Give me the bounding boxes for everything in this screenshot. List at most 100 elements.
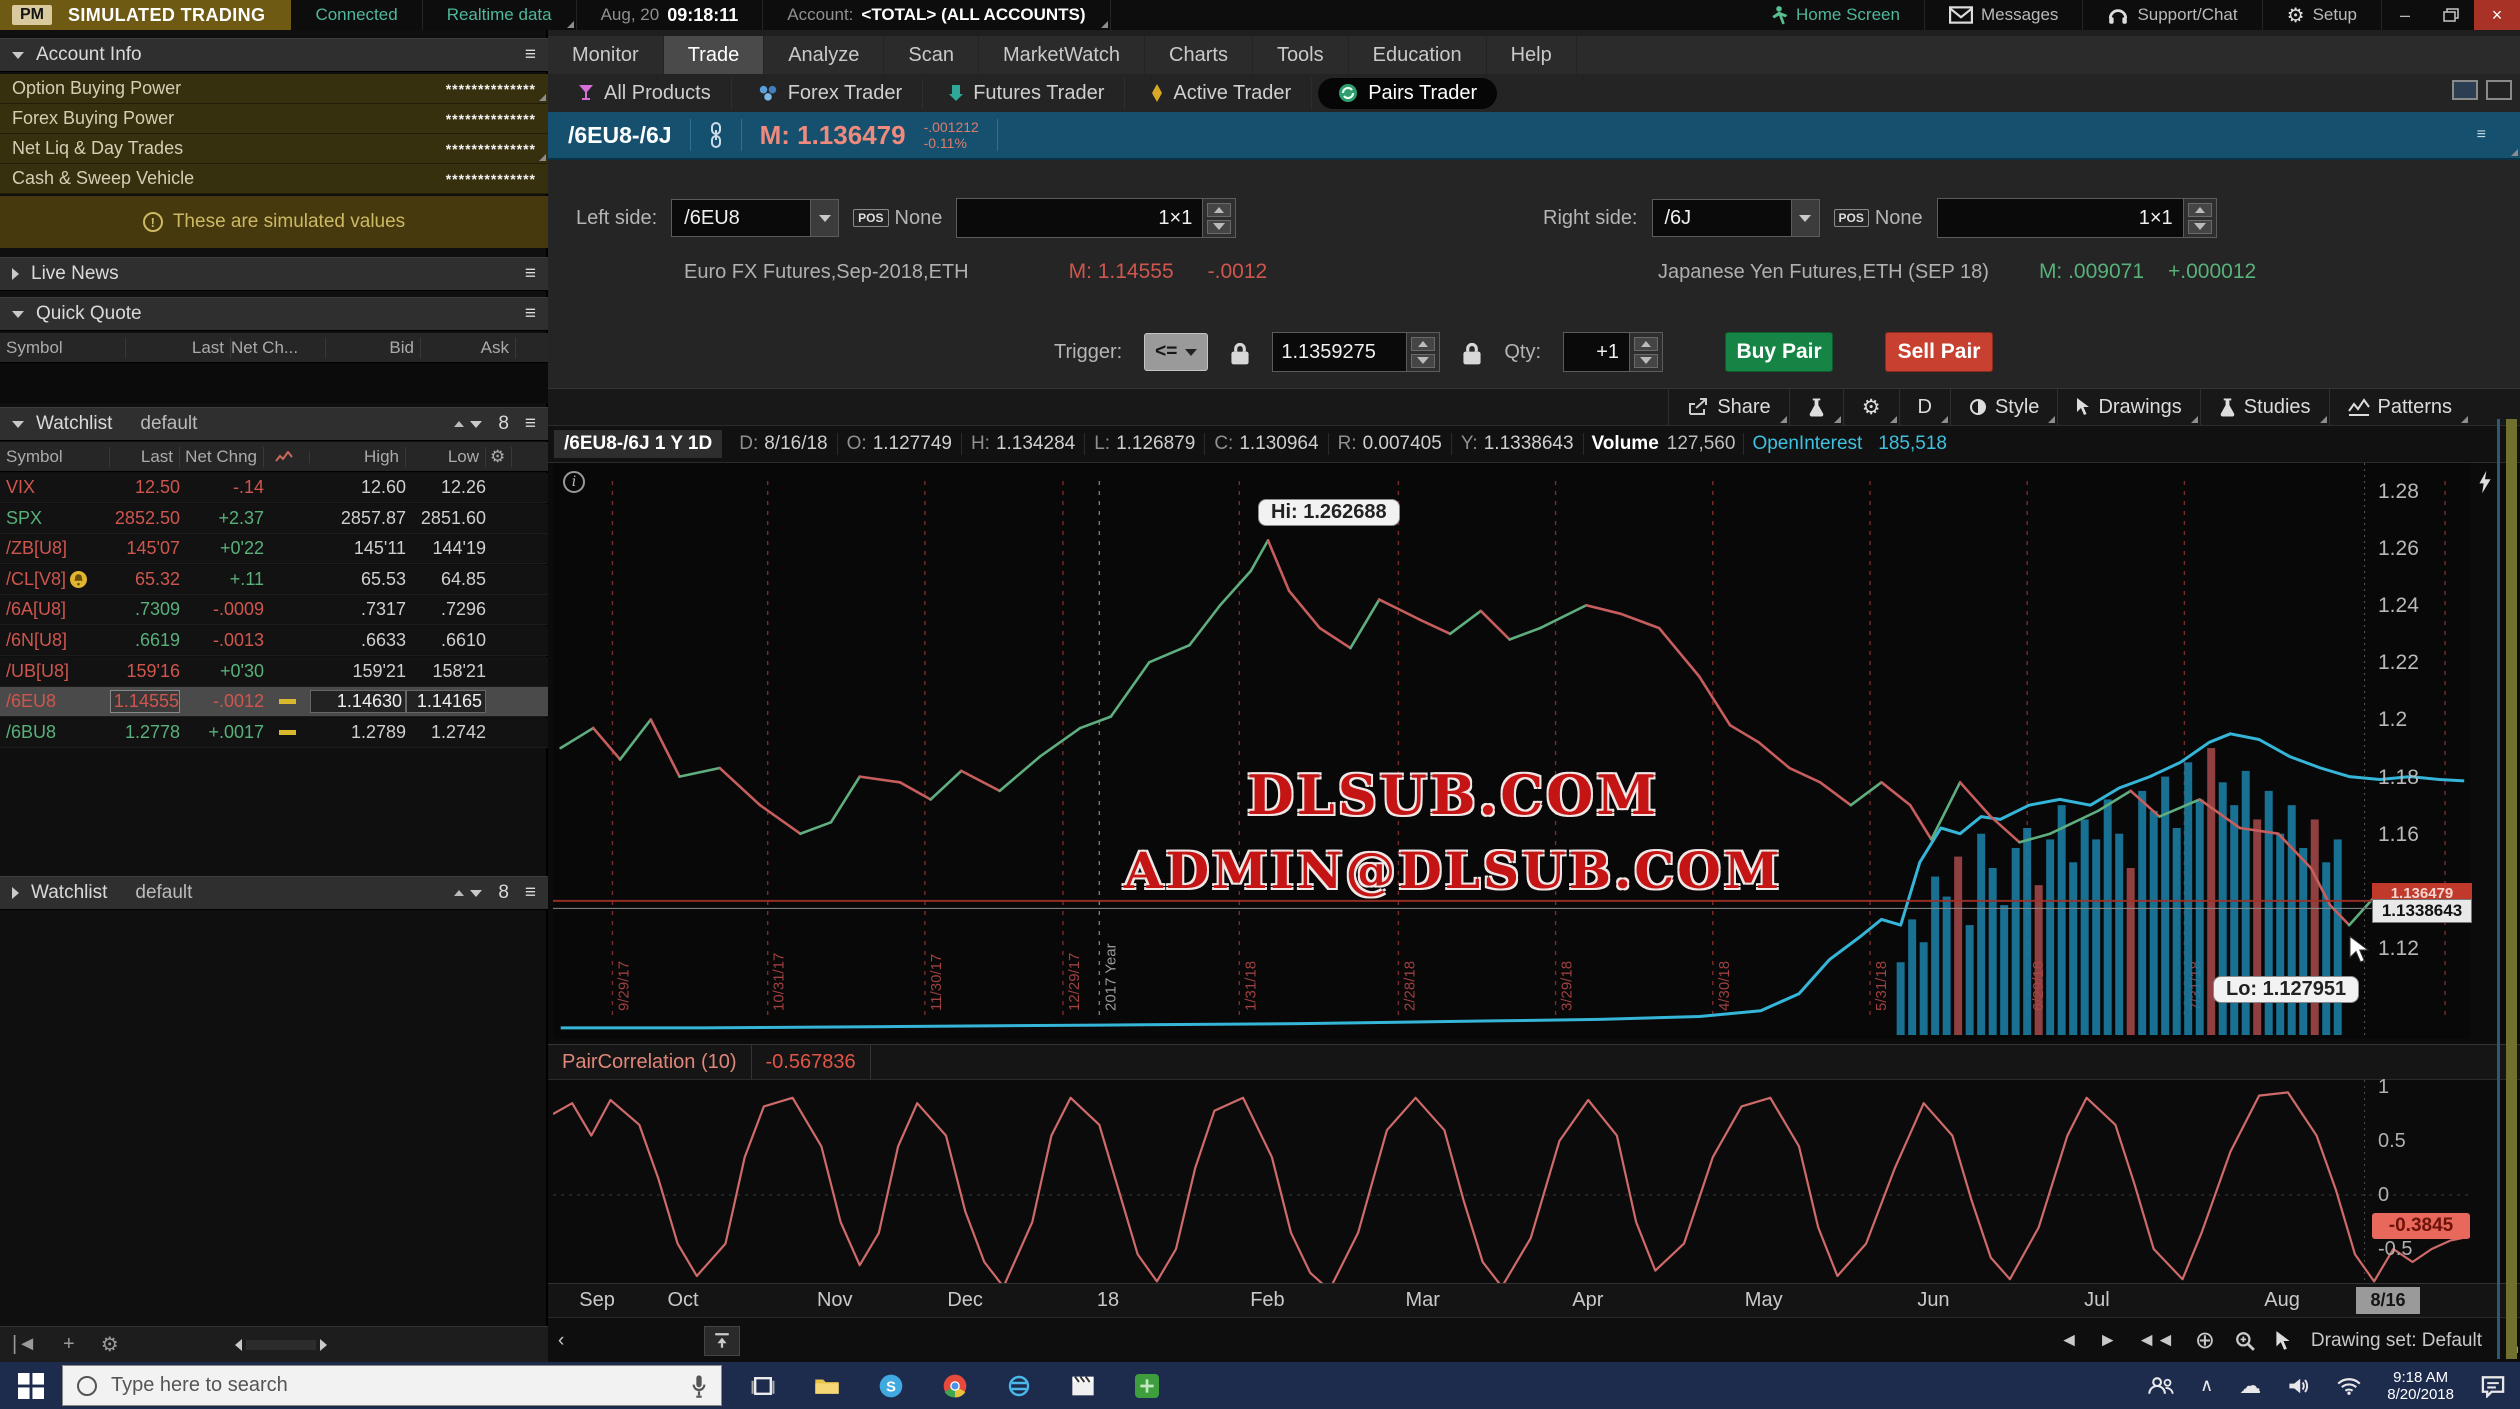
globe-icon[interactable]: ⊕: [2195, 1326, 2215, 1355]
collapse-panel-icon[interactable]: [704, 1326, 740, 1356]
trigger-operator-select[interactable]: <=: [1144, 333, 1208, 371]
toolbar-patterns[interactable]: Patterns: [2329, 389, 2470, 425]
right-ratio-input[interactable]: 1×1: [1937, 198, 2217, 238]
watchlist-row[interactable]: /6N[U8].6619-.0013.6633.6610: [0, 626, 548, 656]
messages-button[interactable]: Messages: [1925, 0, 2083, 30]
watchlist-row[interactable]: /CL[V8]65.32+.1165.5364.85: [0, 565, 548, 595]
column-header[interactable]: Symbol: [6, 338, 126, 358]
sidebar-scrollbar[interactable]: [235, 1339, 327, 1351]
chart-symbol-timeframe[interactable]: /6EU8-/6J 1 Y 1D: [554, 430, 722, 458]
watchlist-tools[interactable]: 8 ≡: [454, 413, 536, 435]
wifi-icon[interactable]: [2337, 1377, 2361, 1395]
scroll-left-icon[interactable]: [235, 1339, 242, 1351]
close-button[interactable]: ×: [2474, 0, 2520, 30]
link-icon[interactable]: 8: [498, 882, 509, 904]
increment-icon[interactable]: [1411, 337, 1435, 351]
tab-marketwatch[interactable]: MarketWatch: [979, 36, 1145, 74]
pan-right-icon[interactable]: ►: [2098, 1330, 2117, 1352]
gear-icon[interactable]: ⚙: [490, 447, 512, 467]
watchlist-row[interactable]: SPX2852.50+2.372857.872851.60: [0, 504, 548, 534]
onedrive-cloud-icon[interactable]: ☁: [2239, 1373, 2261, 1399]
task-view-button[interactable]: [740, 1362, 786, 1409]
watchlist-row[interactable]: /6A[U8].7309-.0009.7317.7296: [0, 595, 548, 625]
main-chart-plot[interactable]: 9/29/1710/31/1711/30/1712/29/172017 Year…: [553, 463, 2470, 1039]
start-button[interactable]: [0, 1362, 62, 1409]
scroll-left-icon[interactable]: ‹: [548, 1330, 564, 1352]
collapse-icon[interactable]: [12, 421, 24, 428]
watchlist2-header[interactable]: Watchlist default 8 ≡: [0, 876, 548, 910]
tab-analyze[interactable]: Analyze: [764, 36, 884, 74]
chevron-down-icon[interactable]: [810, 200, 838, 236]
setup-button[interactable]: ⚙Setup: [2263, 0, 2382, 30]
quick-quote-header[interactable]: Quick Quote ≡: [0, 297, 548, 331]
expand-icon[interactable]: [12, 887, 19, 899]
expand-icon[interactable]: [12, 268, 19, 280]
correlation-plot[interactable]: [553, 1080, 2470, 1283]
menu-icon[interactable]: ≡: [525, 303, 536, 325]
increment-icon[interactable]: [1634, 337, 1658, 351]
live-news-header[interactable]: Live News ≡: [0, 257, 548, 291]
account-info-row[interactable]: Cash & Sweep Vehicle**************: [0, 164, 548, 194]
spinner[interactable]: [2183, 199, 2216, 237]
column-header[interactable]: [264, 451, 310, 463]
decrement-icon[interactable]: [2188, 220, 2212, 234]
spinner[interactable]: [1629, 333, 1662, 371]
watchlist-row[interactable]: /6EU81.14555-.00121.146301.14165: [0, 687, 548, 717]
increment-icon[interactable]: [2188, 203, 2212, 217]
zoom-icon[interactable]: [2235, 1331, 2255, 1351]
internet-explorer-button[interactable]: [996, 1362, 1042, 1409]
sort-up-icon[interactable]: [454, 421, 464, 427]
sort-down-icon[interactable]: [470, 421, 482, 428]
pointer-icon[interactable]: [2275, 1330, 2291, 1352]
column-header[interactable]: Last: [110, 447, 180, 467]
watchlist-row[interactable]: /UB[U8]159'16+0'30159'21158'21: [0, 657, 548, 687]
column-header[interactable]: Low: [406, 447, 486, 467]
link-chain-icon[interactable]: [709, 122, 723, 148]
account-info-header[interactable]: Account Info ≡: [0, 38, 548, 72]
decrement-icon[interactable]: [1207, 220, 1231, 234]
column-header[interactable]: High: [310, 447, 406, 467]
subtab-active-trader[interactable]: Active Trader: [1131, 78, 1312, 109]
speaker-icon[interactable]: [2287, 1376, 2311, 1396]
support-chat-button[interactable]: Support/Chat: [2083, 0, 2262, 30]
account-selector[interactable]: Account: <TOTAL> (ALL ACCOUNTS): [763, 0, 1110, 30]
collapse-icon[interactable]: [12, 52, 24, 59]
decrement-icon[interactable]: [1411, 354, 1435, 368]
lock-icon[interactable]: [1230, 340, 1250, 364]
notification-icon[interactable]: [2480, 1374, 2506, 1398]
watchlist-name-dropdown[interactable]: default: [135, 882, 192, 904]
tab-tools[interactable]: Tools: [1253, 36, 1349, 74]
left-symbol-select[interactable]: /6EU8: [671, 199, 839, 237]
collapse-icon[interactable]: [12, 311, 24, 318]
sort-down-icon[interactable]: [470, 890, 482, 897]
increment-icon[interactable]: [1207, 203, 1231, 217]
minimize-button[interactable]: –: [2382, 0, 2428, 30]
account-info-row[interactable]: Net Liq & Day Trades**************: [0, 134, 548, 164]
chevron-up-icon[interactable]: ∧: [2200, 1375, 2213, 1396]
taskbar-clock[interactable]: 9:18 AM 8/20/2018: [2387, 1369, 2454, 1403]
thinkorswim-button[interactable]: [1124, 1362, 1170, 1409]
skype-button[interactable]: S: [868, 1362, 914, 1409]
trigger-price-input[interactable]: 1.1359275: [1272, 332, 1440, 372]
sell-pair-button[interactable]: Sell Pair: [1885, 332, 1993, 372]
toolbar-style[interactable]: Style: [1950, 389, 2057, 425]
account-info-row[interactable]: Option Buying Power**************: [0, 74, 548, 104]
taskbar-search-input[interactable]: Type here to search: [62, 1365, 722, 1406]
tab-scan[interactable]: Scan: [884, 36, 979, 74]
chevron-down-icon[interactable]: [1791, 200, 1819, 236]
spinner[interactable]: [1202, 199, 1235, 237]
watchlist-row[interactable]: VIX12.50-.1412.6012.26: [0, 473, 548, 503]
link-icon[interactable]: 8: [498, 413, 509, 435]
tab-trade[interactable]: Trade: [664, 36, 765, 74]
watchlist-header[interactable]: Watchlist default 8 ≡: [0, 407, 548, 441]
chart-edit-icon[interactable]: [2478, 469, 2492, 495]
maximize-button[interactable]: [2428, 0, 2474, 30]
spinner[interactable]: [1406, 333, 1439, 371]
info-icon[interactable]: i: [563, 471, 585, 493]
study-label[interactable]: PairCorrelation (10): [548, 1045, 752, 1079]
menu-icon[interactable]: ≡: [525, 413, 536, 435]
account-info-row[interactable]: Forex Buying Power**************: [0, 104, 548, 134]
column-header[interactable]: Symbol: [6, 447, 110, 467]
file-explorer-button[interactable]: [804, 1362, 850, 1409]
tab-help[interactable]: Help: [1487, 36, 1577, 74]
